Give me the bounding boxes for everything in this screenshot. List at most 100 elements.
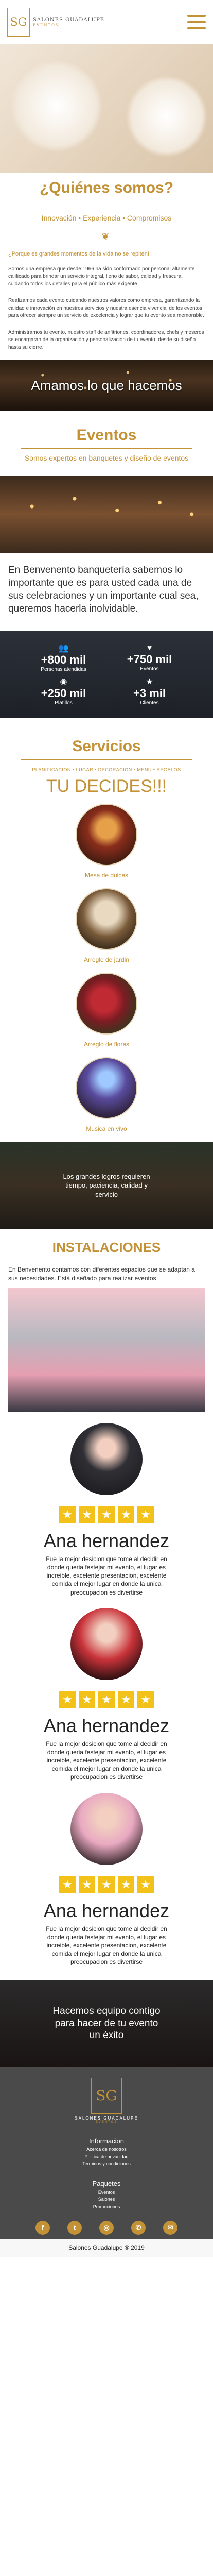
installations-text: En Benvenento contamos con diferentes es…	[8, 1266, 195, 1282]
stat-item: ◉ +250 mil Platillos	[21, 674, 106, 708]
brand-name: SALONES GUADALUPE	[33, 16, 105, 23]
banner-text: Amamos lo que hacemos	[31, 377, 182, 393]
events-subtitle: Somos expertos en banquetes y diseño de …	[24, 454, 189, 463]
service-item[interactable]: Musica en vivo	[0, 1057, 213, 1132]
site-logo[interactable]: SG SALONES GUADALUPE EVENTOS	[7, 8, 104, 37]
installations-title: INSTALACIONES	[52, 1240, 161, 1256]
star-icon: ★	[79, 1876, 95, 1893]
instagram-icon[interactable]: ◎	[99, 2220, 114, 2235]
service-item[interactable]: Arreglo de jardin	[0, 888, 213, 963]
service-label: Musica en vivo	[86, 1125, 127, 1133]
about-title: ¿Quiénes somos?	[39, 179, 174, 196]
burger-line	[187, 21, 206, 23]
logo-mark: SG	[7, 8, 30, 37]
divider	[21, 448, 192, 449]
reviewer-name: Ana hernandez	[43, 1715, 170, 1736]
footer-link-privacy[interactable]: Politica de privacidad	[84, 2154, 128, 2159]
about-paragraph: Realizamos cada evento cuidando nuestros…	[8, 298, 204, 319]
brand-tag: EVENTOS	[33, 23, 59, 27]
star-icon: ★	[98, 1691, 115, 1708]
site-footer: SG SALONES GUADALUPE EVENTOS Informacion…	[0, 2067, 213, 2239]
people-icon: 👥	[58, 644, 69, 653]
flourish-ornament: ❦	[101, 231, 112, 242]
footer-brand-tag: EVENTOS	[95, 2120, 118, 2124]
stat-label: Personas atendidas	[41, 667, 86, 673]
stat-label: Eventos	[140, 666, 159, 672]
cta-banner: Hacemos equipo contigo para hacer de tu …	[0, 1979, 213, 2067]
email-icon[interactable]: ✉	[163, 2220, 177, 2235]
site-header: SG SALONES GUADALUPE EVENTOS	[0, 0, 213, 44]
footer-link-terms[interactable]: Terminos y condiciones	[82, 2161, 131, 2166]
reviewer-name: Ana hernandez	[43, 1900, 170, 1921]
star-icon: ★	[59, 1506, 76, 1523]
footer-brand-name: SALONES GUADALUPE	[75, 2115, 138, 2121]
reviewer-photo	[70, 1607, 143, 1680]
star-icon: ★	[79, 1506, 95, 1523]
service-image	[76, 973, 137, 1035]
stat-label: Clientes	[140, 700, 159, 706]
events-section: Eventos Somos expertos en banquetes y di…	[0, 427, 213, 631]
star-rating: ★ ★ ★ ★ ★	[59, 1691, 154, 1708]
hamburger-menu-icon[interactable]	[187, 15, 206, 29]
whatsapp-icon[interactable]: ✆	[131, 2220, 146, 2235]
footer-logo[interactable]: SG	[91, 2077, 122, 2114]
services-title: Servicios	[72, 738, 141, 755]
star-icon: ★	[118, 1691, 134, 1708]
star-icon: ★	[98, 1506, 115, 1523]
about-section: ¿Quiénes somos? Innovación • Experiencia…	[0, 179, 213, 412]
tu-decides-heading: TU DECIDES!!!	[46, 776, 167, 796]
service-item[interactable]: Mesa de dulces	[0, 804, 213, 879]
burger-line	[187, 27, 206, 29]
installations-section: INSTALACIONES En Benvenento contamos con…	[0, 1240, 213, 1412]
star-icon: ★	[137, 1876, 154, 1893]
twitter-icon[interactable]: t	[67, 2220, 82, 2235]
review-body: Fue la mejor desicion que tome al decidi…	[46, 1925, 167, 1966]
about-paragraph: Administramos tu evento, nuestro staff d…	[8, 329, 204, 350]
star-rating: ★ ★ ★ ★ ★	[59, 1506, 154, 1523]
facebook-icon[interactable]: f	[36, 2220, 50, 2235]
footer-link-events[interactable]: Eventos	[98, 2190, 115, 2195]
logo-text: SALONES GUADALUPE EVENTOS	[33, 17, 104, 27]
copyright: Salones Guadalupe ® 2019	[0, 2239, 213, 2257]
hero-decoration	[10, 60, 103, 152]
star-icon: ★	[118, 1876, 134, 1893]
service-item[interactable]: Arreglo de flores	[0, 973, 213, 1048]
star-icon: ★	[137, 1691, 154, 1708]
stat-item: ♥ +750 mil Eventos	[106, 641, 192, 674]
star-icon: ★	[146, 677, 153, 687]
stat-value: +250 mil	[41, 687, 86, 700]
review-body: Fue la mejor desicion que tome al decidi…	[46, 1555, 167, 1596]
photo-lights	[0, 476, 213, 553]
footer-info-heading: Informacion	[89, 2137, 124, 2145]
events-photo	[0, 476, 213, 553]
stat-value: +800 mil	[41, 653, 86, 667]
service-label: Mesa de dulces	[84, 872, 129, 879]
hero-image	[0, 44, 213, 173]
star-icon: ★	[137, 1506, 154, 1523]
star-icon: ★	[59, 1876, 76, 1893]
footer-link-about[interactable]: Acerca de nosotros	[86, 2147, 127, 2152]
reviewer-name: Ana hernandez	[43, 1530, 170, 1551]
about-intro: ¿Porque es grandes momentos de la vida n…	[8, 251, 149, 257]
burger-line	[187, 15, 206, 17]
star-icon: ★	[118, 1506, 134, 1523]
divider	[21, 759, 192, 760]
stat-item: 👥 +800 mil Personas atendidas	[21, 641, 106, 674]
services-section: Servicios PLANIFICACION • LUGAR • DECORA…	[0, 738, 213, 1230]
stat-label: Platillos	[55, 700, 73, 706]
review-body: Fue la mejor desicion que tome al decidi…	[46, 1740, 167, 1781]
review-card: ★ ★ ★ ★ ★ Ana hernandez Fue la mejor des…	[0, 1782, 213, 1967]
about-subline: Innovación • Experiencia • Compromisos	[41, 214, 172, 222]
footer-packages-heading: Paquetes	[92, 2179, 121, 2188]
review-card: ★ ★ ★ ★ ★ Ana hernandez Fue la mejor des…	[0, 1412, 213, 1597]
service-image	[76, 888, 137, 951]
review-card: ★ ★ ★ ★ ★ Ana hernandez Fue la mejor des…	[0, 1597, 213, 1782]
footer-link-salones[interactable]: Salones	[98, 2197, 115, 2202]
footer-link-promos[interactable]: Promociones	[93, 2204, 120, 2209]
service-image	[76, 1057, 137, 1120]
reviewer-photo	[70, 1422, 143, 1495]
star-rating: ★ ★ ★ ★ ★	[59, 1876, 154, 1893]
social-links: f t ◎ ✆ ✉	[36, 2220, 177, 2235]
logros-banner: Los grandes logros requieren tiempo, pac…	[0, 1142, 213, 1230]
hero-decoration	[126, 75, 208, 158]
